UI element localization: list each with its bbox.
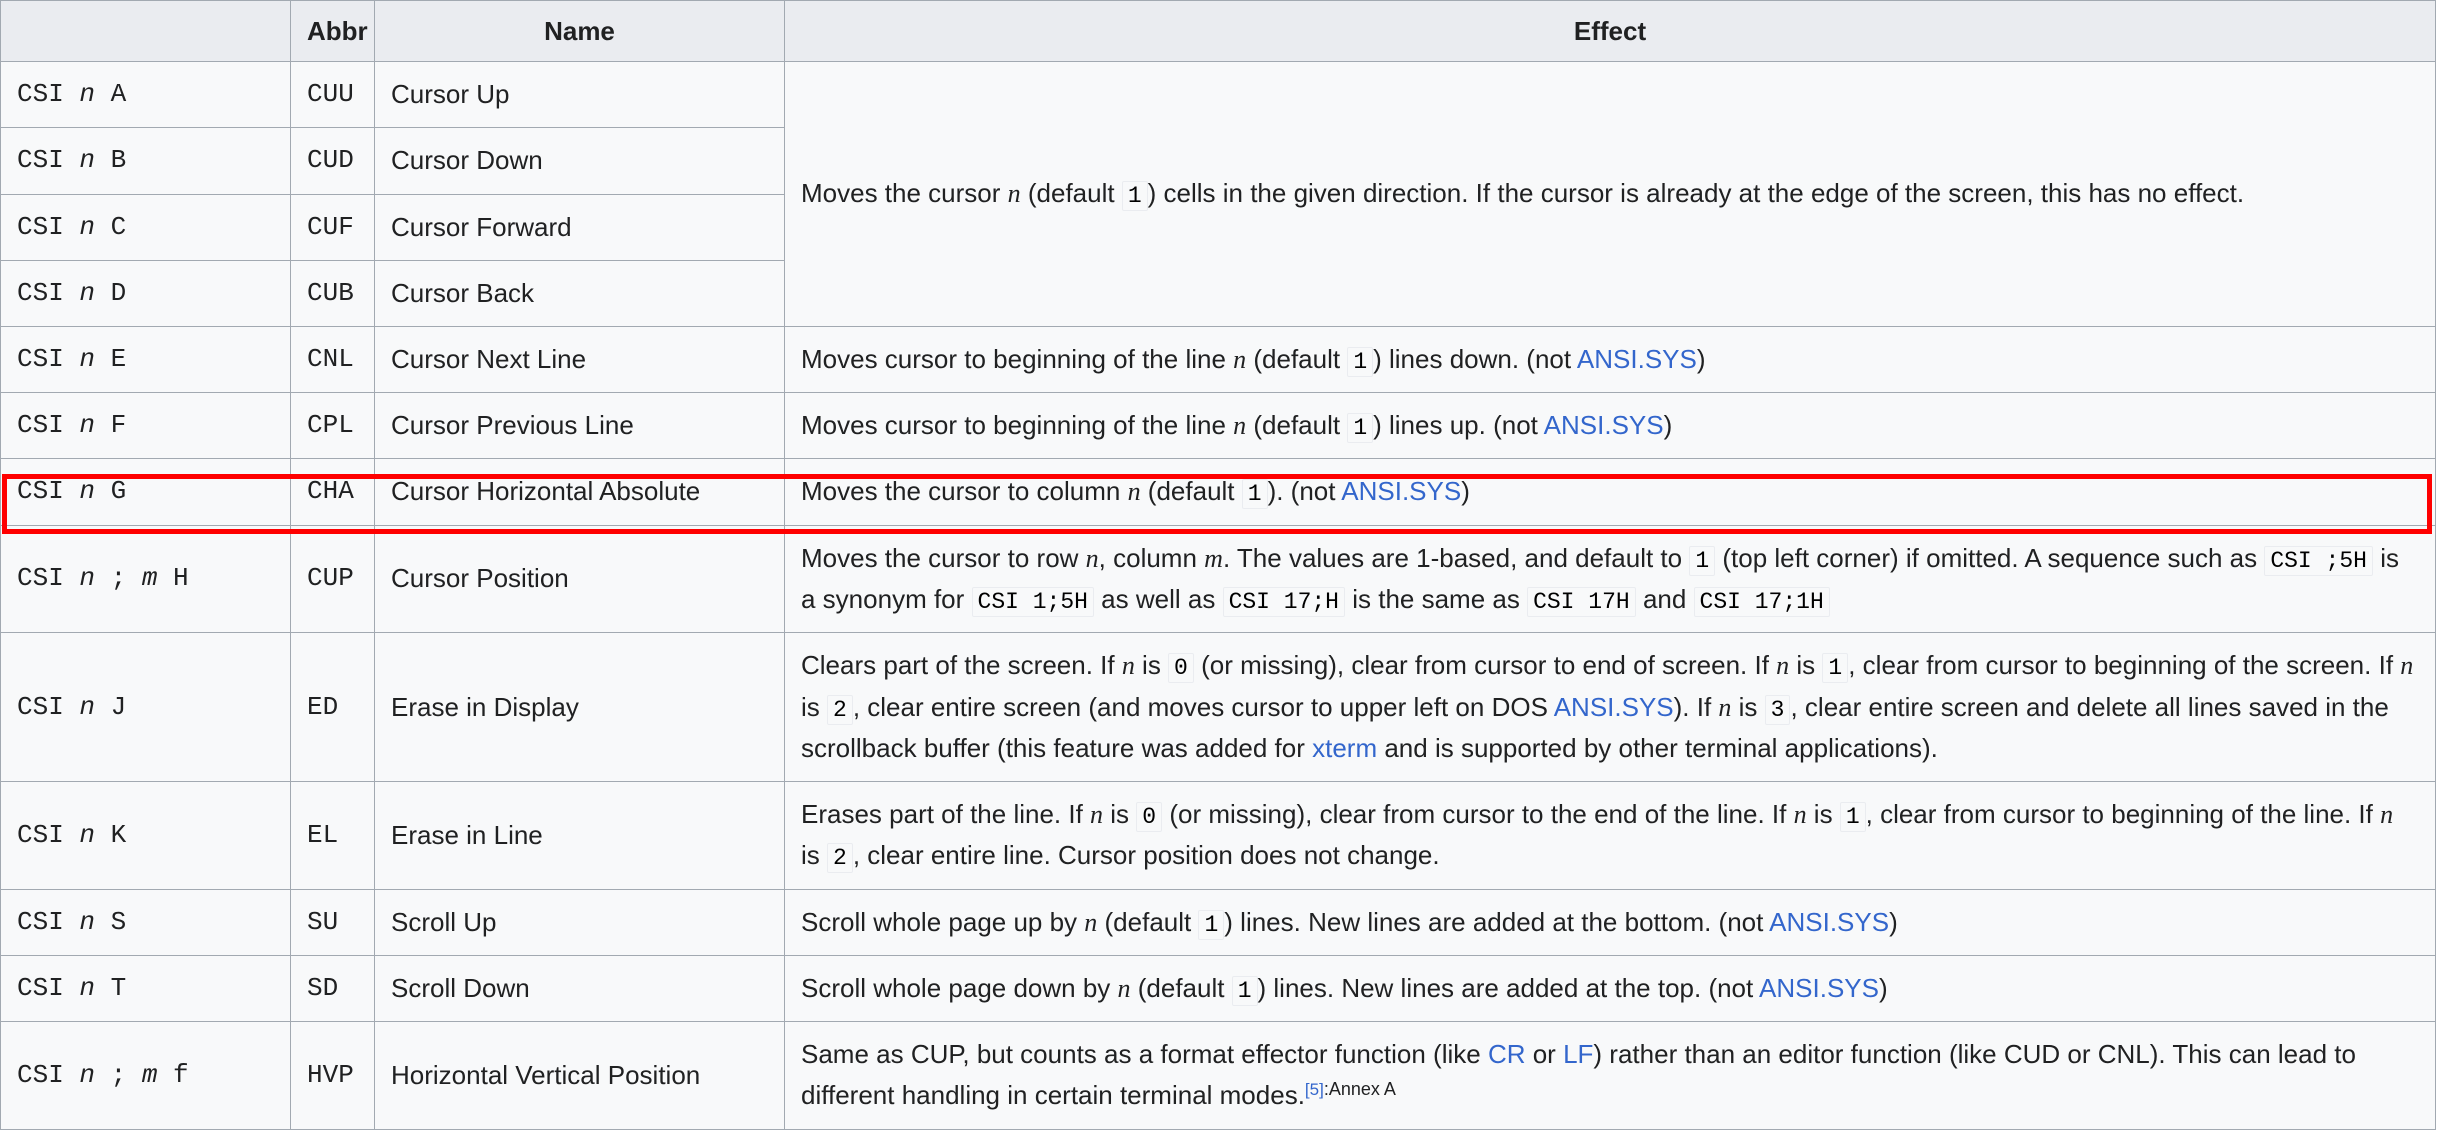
- cell-abbr-sd: SD: [290, 955, 375, 1023]
- code-default-1: 1: [1689, 545, 1716, 576]
- cell-code-ed: CSI n J: [0, 632, 291, 783]
- link-ansi-sys[interactable]: ANSI.SYS: [1769, 907, 1889, 937]
- code-default-1: 1: [1121, 181, 1148, 212]
- cell-name-cpl: Cursor Previous Line: [374, 392, 785, 460]
- cell-abbr-el: EL: [290, 781, 375, 890]
- column-header-name: Name: [374, 0, 785, 63]
- cell-effect-cpl: Moves cursor to beginning of the line n …: [784, 392, 2436, 460]
- cell-name-cnl: Cursor Next Line: [374, 325, 785, 394]
- code-csi-17-1h: CSI 17;1H: [1693, 587, 1830, 618]
- code-value-1: 1: [1822, 653, 1849, 684]
- cell-effect-el: Erases part of the line. If n is 0 (or m…: [784, 781, 2436, 890]
- code-value-3: 3: [1764, 694, 1791, 725]
- cell-effect-cha: Moves the cursor to column n (default 1)…: [784, 458, 2436, 526]
- code-value-2: 2: [827, 694, 853, 725]
- cell-code-cud: CSI n B: [0, 127, 291, 195]
- cell-code-hvp: CSI n ; m f: [0, 1021, 291, 1130]
- code-default-1: 1: [1241, 479, 1268, 510]
- csi-sequences-table: Abbr Name Effect CSI n A CUU Cursor Up M…: [0, 0, 2436, 1130]
- table-row-cursor-position-highlighted: CSI n ; m H CUP Cursor Position Moves th…: [0, 524, 2436, 634]
- code-default-1: 1: [1347, 346, 1374, 377]
- link-ansi-sys[interactable]: ANSI.SYS: [1341, 476, 1461, 506]
- table-row: CSI n T SD Scroll Down Scroll whole page…: [0, 955, 2436, 1023]
- table-header-row: Abbr Name Effect: [0, 0, 2436, 63]
- link-ansi-sys[interactable]: ANSI.SYS: [1544, 410, 1664, 440]
- table-row: CSI n G CHA Cursor Horizontal Absolute M…: [0, 458, 2436, 526]
- cell-code-cnl: CSI n E: [0, 325, 291, 394]
- cell-code-sd: CSI n T: [0, 955, 291, 1023]
- cell-effect-hvp: Same as CUP, but counts as a format effe…: [784, 1021, 2436, 1130]
- code-value-0: 0: [1136, 802, 1163, 833]
- cell-effect-ed: Clears part of the screen. If n is 0 (or…: [784, 632, 2436, 783]
- cell-abbr-hvp: HVP: [290, 1021, 375, 1130]
- cell-name-cuf: Cursor Forward: [374, 193, 785, 261]
- code-value-1: 1: [1839, 802, 1866, 833]
- link-ansi-sys[interactable]: ANSI.SYS: [1759, 973, 1879, 1003]
- cell-name-cup: Cursor Position: [374, 524, 785, 634]
- code-csi-1-5h: CSI 1;5H: [971, 587, 1094, 618]
- cell-effect-cursor-move: Moves the cursor n (default 1) cells in …: [784, 61, 2436, 327]
- cell-code-cuu: CSI n A: [0, 61, 291, 129]
- table-body: CSI n A CUU Cursor Up Moves the cursor n…: [0, 61, 2436, 1130]
- cell-effect-cup: Moves the cursor to row n, column m. The…: [784, 524, 2436, 634]
- cell-code-cuf: CSI n C: [0, 193, 291, 261]
- cell-effect-cnl: Moves cursor to beginning of the line n …: [784, 325, 2436, 394]
- cell-abbr-cuu: CUU: [290, 61, 375, 129]
- link-xterm[interactable]: xterm: [1312, 733, 1377, 763]
- cell-abbr-ed: ED: [290, 632, 375, 783]
- code-value-0: 0: [1168, 653, 1194, 684]
- cell-name-cha: Cursor Horizontal Absolute: [374, 458, 785, 526]
- cell-name-cuu: Cursor Up: [374, 61, 785, 129]
- cell-abbr-cnl: CNL: [290, 325, 375, 394]
- cell-abbr-cpl: CPL: [290, 392, 375, 460]
- table-header: Abbr Name Effect: [0, 0, 2436, 63]
- cell-name-sd: Scroll Down: [374, 955, 785, 1023]
- cell-name-su: Scroll Up: [374, 888, 785, 957]
- code-csi-17h: CSI 17H: [1527, 587, 1636, 618]
- cell-abbr-cuf: CUF: [290, 193, 375, 261]
- reference-marker-5: [5]:Annex A: [1305, 1080, 1396, 1099]
- cell-name-el: Erase in Line: [374, 781, 785, 890]
- code-default-1: 1: [1231, 976, 1258, 1007]
- table-row: CSI n K EL Erase in Line Erases part of …: [0, 781, 2436, 890]
- link-ansi-sys[interactable]: ANSI.SYS: [1577, 344, 1697, 374]
- reference-page-suffix: :Annex A: [1323, 1078, 1396, 1099]
- cell-code-el: CSI n K: [0, 781, 291, 890]
- code-default-1: 1: [1198, 909, 1225, 940]
- link-cr[interactable]: CR: [1488, 1039, 1526, 1069]
- table-row: CSI n S SU Scroll Up Scroll whole page u…: [0, 888, 2436, 957]
- cell-name-hvp: Horizontal Vertical Position: [374, 1021, 785, 1130]
- cell-effect-sd: Scroll whole page down by n (default 1) …: [784, 955, 2436, 1023]
- cell-code-cha: CSI n G: [0, 458, 291, 526]
- reference-link-5[interactable]: [5]: [1305, 1080, 1324, 1099]
- ansi-escape-codes-table-page: Abbr Name Effect CSI n A CUU Cursor Up M…: [0, 0, 2438, 1130]
- table-row: CSI n A CUU Cursor Up Moves the cursor n…: [0, 61, 2436, 327]
- table-row: CSI n E CNL Cursor Next Line Moves curso…: [0, 325, 2436, 394]
- column-header-code: [0, 0, 291, 63]
- cell-code-cpl: CSI n F: [0, 392, 291, 460]
- link-ansi-sys[interactable]: ANSI.SYS: [1554, 692, 1674, 722]
- cell-code-su: CSI n S: [0, 888, 291, 957]
- cell-abbr-cud: CUD: [290, 127, 375, 195]
- code-value-2: 2: [827, 843, 853, 874]
- table-row: CSI n J ED Erase in Display Clears part …: [0, 632, 2436, 783]
- cell-abbr-cup: CUP: [290, 524, 375, 634]
- cell-effect-su: Scroll whole page up by n (default 1) li…: [784, 888, 2436, 957]
- cell-name-cub: Cursor Back: [374, 259, 785, 327]
- column-header-effect: Effect: [784, 0, 2436, 63]
- cell-name-cud: Cursor Down: [374, 127, 785, 195]
- link-lf[interactable]: LF: [1563, 1039, 1593, 1069]
- cell-abbr-cha: CHA: [290, 458, 375, 526]
- table-row: CSI n F CPL Cursor Previous Line Moves c…: [0, 392, 2436, 460]
- table-row: CSI n ; m f HVP Horizontal Vertical Posi…: [0, 1021, 2436, 1130]
- code-csi-17-semi-h: CSI 17;H: [1222, 587, 1345, 618]
- cell-name-ed: Erase in Display: [374, 632, 785, 783]
- cell-abbr-cub: CUB: [290, 259, 375, 327]
- code-csi-semi-5h: CSI ;5H: [2264, 545, 2373, 576]
- cell-code-cup: CSI n ; m H: [0, 524, 291, 634]
- column-header-abbr: Abbr: [290, 0, 375, 63]
- cell-abbr-su: SU: [290, 888, 375, 957]
- cell-code-cub: CSI n D: [0, 259, 291, 327]
- code-default-1: 1: [1347, 413, 1374, 444]
